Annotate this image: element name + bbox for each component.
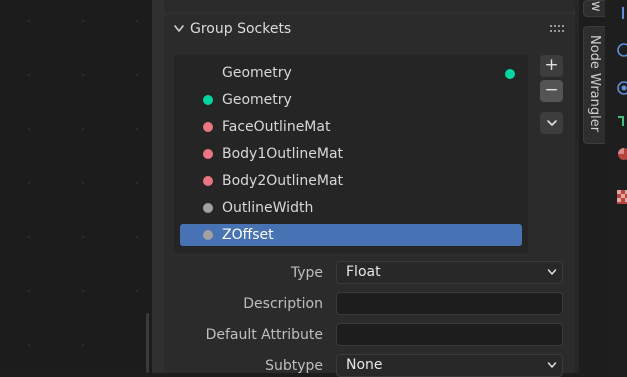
default-attribute-label: Default Attribute — [205, 327, 323, 343]
grid-dot — [82, 182, 84, 184]
type-dropdown[interactable]: Float — [336, 261, 563, 284]
socket-label: Body1OutlineMat — [222, 146, 344, 162]
material-ball-icon[interactable] — [617, 147, 627, 161]
grid-dot — [28, 20, 30, 22]
description-field[interactable] — [336, 292, 563, 315]
panel-title[interactable]: Group Sockets — [190, 20, 291, 38]
socket-label: Geometry — [222, 92, 292, 108]
socket-specials-menu-button[interactable] — [540, 112, 563, 134]
grid-dot — [28, 344, 30, 346]
description-label: Description — [243, 296, 323, 312]
grid-dot — [28, 182, 30, 184]
grid-dot — [82, 236, 84, 238]
grid-dot — [28, 74, 30, 76]
grid-dot — [82, 20, 84, 22]
input-socket-indicator — [203, 149, 213, 159]
grid-dot — [82, 290, 84, 292]
globe-icon[interactable] — [617, 43, 627, 57]
previous-panel-edge — [164, 0, 575, 12]
socket-label: ZOffset — [222, 227, 274, 243]
plus-icon: + — [544, 55, 559, 75]
input-socket-indicator — [203, 230, 213, 240]
socket-label: FaceOutlineMat — [222, 119, 331, 135]
input-socket-indicator — [203, 203, 213, 213]
node-editor-canvas[interactable] — [0, 0, 152, 373]
socket-label: Body2OutlineMat — [222, 173, 344, 189]
chevron-down-icon — [547, 269, 557, 275]
chevron-down-icon[interactable] — [173, 22, 185, 36]
default-attribute-field[interactable] — [336, 323, 563, 346]
target-icon[interactable] — [617, 81, 627, 95]
chevron-down-icon — [546, 120, 557, 126]
drag-grip-icon[interactable] — [550, 25, 566, 33]
minus-icon: − — [544, 80, 559, 100]
grid-dot — [136, 20, 138, 22]
checker-texture-icon[interactable] — [617, 190, 627, 204]
grid-dot — [28, 236, 30, 238]
edge-icon[interactable] — [617, 114, 627, 128]
remove-socket-button[interactable]: − — [540, 80, 563, 102]
type-label: Type — [290, 265, 323, 281]
cursor-icon[interactable] — [617, 6, 627, 20]
tab-label: w — [588, 1, 603, 12]
socket-label: OutlineWidth — [222, 200, 314, 216]
grid-dot — [136, 182, 138, 184]
output-socket-indicator — [505, 69, 515, 79]
input-socket-indicator — [203, 95, 213, 105]
tab-view-partial[interactable]: w — [583, 0, 605, 17]
subtype-dropdown[interactable]: None — [336, 354, 563, 377]
grid-dot — [28, 290, 30, 292]
tab-node-wrangler[interactable]: Node Wrangler — [583, 26, 605, 144]
subtype-label: Subtype — [265, 358, 323, 374]
grid-dot — [82, 128, 84, 130]
grid-dot — [136, 74, 138, 76]
chevron-down-icon — [547, 362, 557, 368]
input-socket-indicator — [203, 176, 213, 186]
editor-scrollbar[interactable] — [146, 313, 149, 373]
grid-dot — [136, 128, 138, 130]
grid-dot — [82, 74, 84, 76]
grid-dot — [82, 344, 84, 346]
socket-label: Geometry — [222, 65, 292, 81]
grid-dot — [28, 128, 30, 130]
grid-dot — [136, 290, 138, 292]
grid-dot — [136, 236, 138, 238]
add-socket-button[interactable]: + — [540, 55, 563, 77]
tab-label: Node Wrangler — [587, 35, 602, 133]
input-socket-indicator — [203, 122, 213, 132]
type-value: Float — [346, 264, 381, 280]
